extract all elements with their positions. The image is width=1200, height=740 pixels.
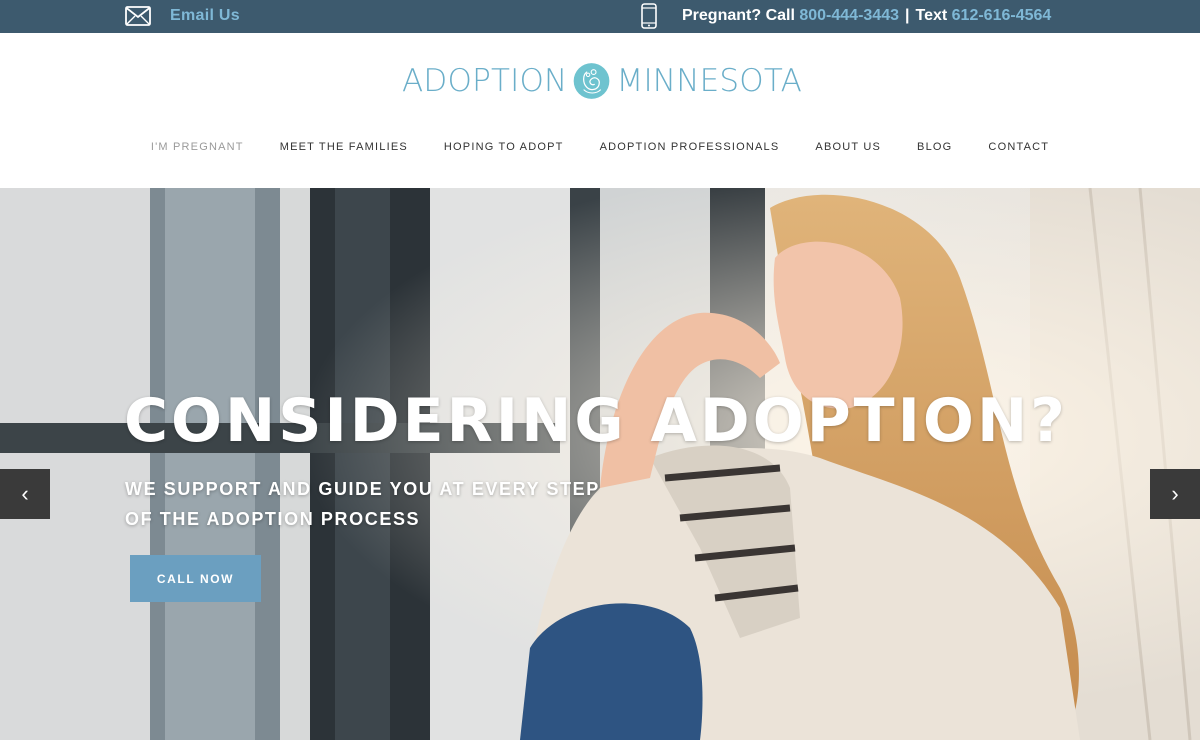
- top-bar: Email Us Pregnant? Call 800-444-3443 | T…: [0, 0, 1200, 33]
- hero-title: CONSIDERING ADOPTION?: [124, 386, 1068, 456]
- hero-background-image: [0, 188, 1200, 740]
- mother-child-logo-icon: [574, 63, 610, 99]
- hero-slider: CONSIDERING ADOPTION? WE SUPPORT AND GUI…: [0, 188, 1200, 740]
- site-logo[interactable]: ADOPTION MINNESOTA: [402, 51, 802, 111]
- phone-info: Pregnant? Call 800-444-3443 | Text 612-6…: [640, 3, 1051, 29]
- chevron-left-icon: ‹: [21, 481, 29, 506]
- slider-prev-button[interactable]: ‹: [0, 469, 50, 519]
- envelope-icon: [125, 6, 151, 26]
- chevron-right-icon: ›: [1171, 481, 1179, 506]
- separator: |: [905, 7, 910, 24]
- slider-next-button[interactable]: ›: [1150, 469, 1200, 519]
- nav-item-about-us[interactable]: ABOUT US: [815, 138, 881, 158]
- logo-word-right: MINNESOTA: [616, 63, 802, 99]
- call-now-button[interactable]: CALL NOW: [130, 555, 261, 602]
- email-link[interactable]: Email Us: [125, 5, 240, 27]
- nav-item-blog[interactable]: BLOG: [917, 138, 952, 158]
- email-label: Email Us: [170, 7, 240, 24]
- nav-item-hoping-to-adopt[interactable]: HOPING TO ADOPT: [444, 138, 564, 158]
- logo-word-left: ADOPTION: [402, 63, 568, 99]
- pregnant-call-label: Pregnant? Call: [682, 7, 795, 24]
- nav-item-meet-the-families[interactable]: MEET THE FAMILIES: [280, 138, 408, 158]
- hero-subtitle-line-2: OF THE ADOPTION PROCESS: [125, 509, 421, 529]
- text-number-link[interactable]: 612-616-4564: [952, 7, 1052, 25]
- call-number-link[interactable]: 800-444-3443: [799, 7, 899, 25]
- hero-subtitle-line-1: WE SUPPORT AND GUIDE YOU AT EVERY STEP: [125, 479, 600, 499]
- nav-item-im-pregnant[interactable]: I'M PREGNANT: [151, 138, 244, 158]
- mobile-phone-icon: [641, 3, 657, 29]
- main-nav: I'M PREGNANT MEET THE FAMILIES HOPING TO…: [0, 138, 1200, 158]
- hero-subtitle: WE SUPPORT AND GUIDE YOU AT EVERY STEP O…: [125, 474, 600, 534]
- nav-item-adoption-professionals[interactable]: ADOPTION PROFESSIONALS: [600, 138, 780, 158]
- nav-item-contact[interactable]: CONTACT: [988, 138, 1049, 158]
- text-label: Text: [915, 7, 948, 24]
